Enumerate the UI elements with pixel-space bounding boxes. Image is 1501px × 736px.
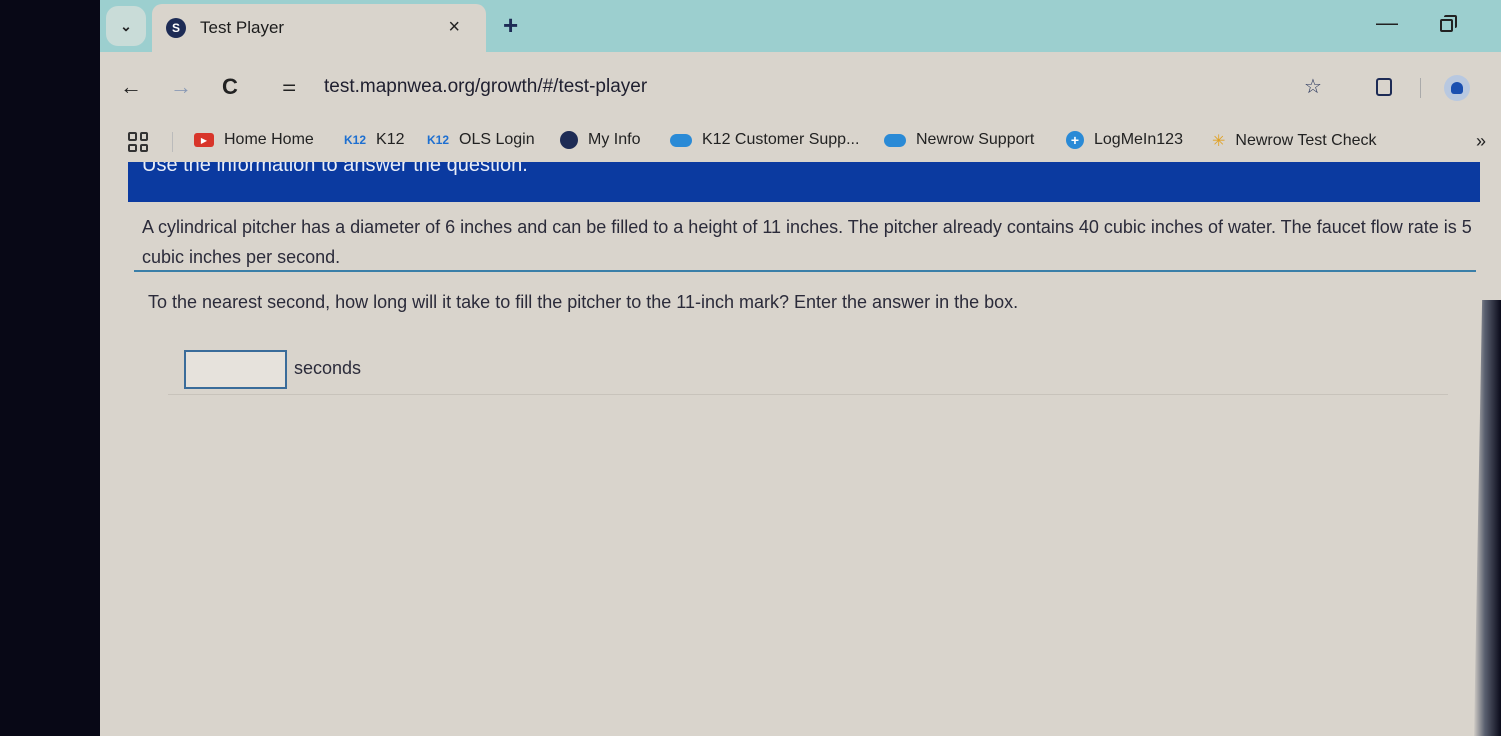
instruction-banner: Use the information to answer the questi… <box>128 162 1480 202</box>
bookmark-my-info[interactable]: My Info <box>560 131 640 149</box>
k12-icon: K12 <box>344 133 367 147</box>
bookmark-label: LogMeIn123 <box>1094 131 1183 148</box>
bookmark-k12[interactable]: K12 K12 <box>344 131 404 149</box>
minimize-button[interactable]: — <box>1376 10 1398 36</box>
question-passage: A cylindrical pitcher has a diameter of … <box>142 217 1472 267</box>
person-icon <box>1451 82 1463 94</box>
passage-divider <box>134 270 1476 272</box>
salesforce-icon <box>884 133 906 147</box>
forward-button[interactable]: → <box>170 74 192 100</box>
question-prompt: To the nearest second, how long will it … <box>148 292 1019 312</box>
extensions-icon[interactable] <box>1376 78 1392 96</box>
bookmark-label: Home Home <box>224 131 314 148</box>
tab-title: Test Player <box>200 18 285 37</box>
apps-grid-icon[interactable] <box>128 132 148 152</box>
toolbar-divider <box>1420 78 1421 98</box>
bookmark-label: K12 <box>376 131 405 148</box>
new-tab-button[interactable]: + <box>503 10 518 41</box>
browser-toolbar: ← → C ⚌ test.mapnwea.org/growth/#/test-p… <box>100 52 1501 122</box>
bookmark-newrow-test-check[interactable]: ✳ Newrow Test Check <box>1212 131 1377 151</box>
bookmarks-divider <box>172 132 173 152</box>
site-info-icon[interactable]: ⚌ <box>282 76 296 96</box>
profile-avatar[interactable] <box>1444 75 1470 101</box>
answer-input[interactable] <box>184 350 287 389</box>
tab-test-player[interactable]: S Test Player × <box>152 4 486 52</box>
instruction-text: Use the information to answer the questi… <box>142 162 528 176</box>
close-tab-icon[interactable]: × <box>448 16 460 39</box>
bookmark-newrow-support[interactable]: Newrow Support <box>884 131 1034 149</box>
tab-strip: ⌄ S Test Player × + — <box>100 0 1501 52</box>
logmein-icon: + <box>1066 131 1084 149</box>
bookmarks-bar: ▶ Home Home K12 K12 K12 OLS Login My Inf… <box>100 122 1501 162</box>
bookmark-k12-customer-support[interactable]: K12 Customer Supp... <box>670 131 859 149</box>
reload-button[interactable]: C <box>222 74 238 100</box>
more-bookmarks-button[interactable]: » <box>1476 131 1486 152</box>
address-bar[interactable]: test.mapnwea.org/growth/#/test-player <box>324 76 647 98</box>
tab-search-button[interactable]: ⌄ <box>106 6 146 46</box>
youtube-icon: ▶ <box>194 133 214 147</box>
bookmark-label: My Info <box>588 131 641 148</box>
bookmark-home-home[interactable]: ▶ Home Home <box>194 131 314 149</box>
k12-icon: K12 <box>427 133 450 147</box>
back-button[interactable]: ← <box>120 74 142 100</box>
bookmark-star-icon[interactable]: ☆ <box>1304 74 1322 99</box>
answer-divider <box>168 394 1448 395</box>
bookmark-label: OLS Login <box>459 131 535 148</box>
bookmark-label: Newrow Test Check <box>1235 132 1377 149</box>
browser-window: ⌄ S Test Player × + — ← → C ⚌ test.mapnw… <box>100 0 1501 736</box>
monitor-bezel-left <box>0 0 100 736</box>
answer-unit-label: seconds <box>294 358 362 378</box>
newrow-icon: ✳ <box>1212 133 1226 150</box>
restore-button[interactable] <box>1440 15 1457 32</box>
bookmark-label: K12 Customer Supp... <box>702 131 860 148</box>
bookmark-ols-login[interactable]: K12 OLS Login <box>427 131 535 149</box>
salesforce-icon <box>670 133 692 147</box>
bookmark-label: Newrow Support <box>916 131 1035 148</box>
chevron-down-icon: ⌄ <box>120 17 132 34</box>
bookmark-logmein123[interactable]: + LogMeIn123 <box>1066 131 1183 149</box>
globe-icon: S <box>166 18 186 38</box>
globe-icon <box>560 131 578 149</box>
